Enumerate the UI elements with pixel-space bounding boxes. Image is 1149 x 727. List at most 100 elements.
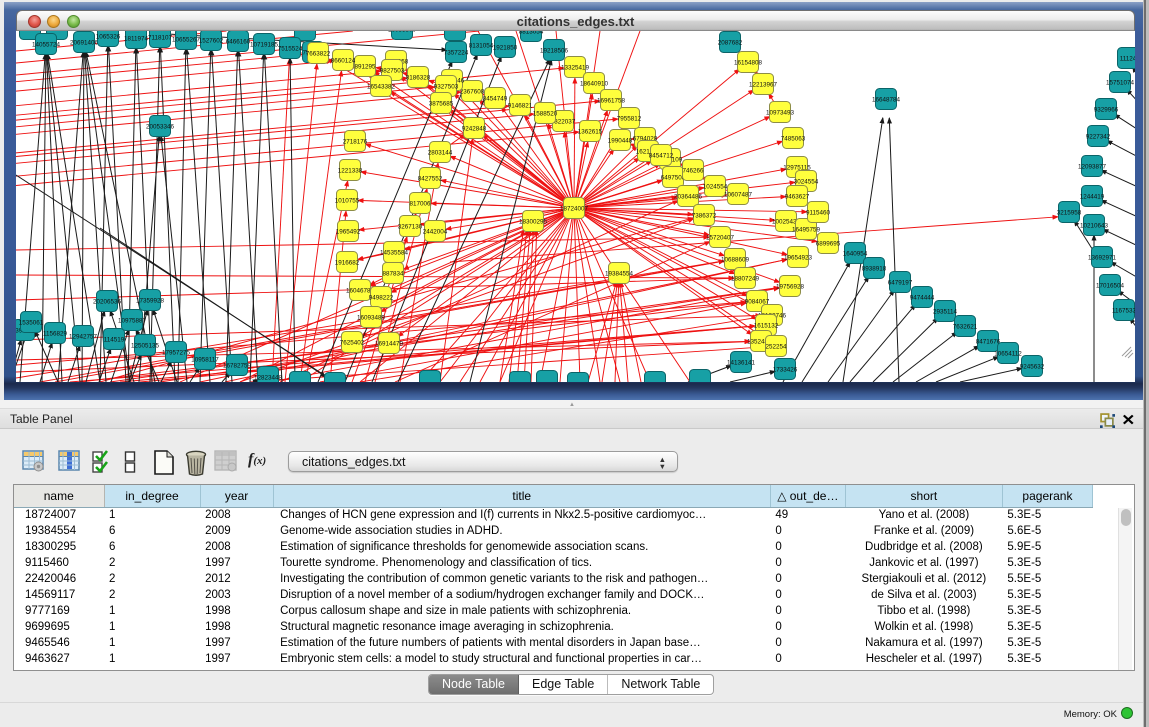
svg-text:3875685: 3875685 bbox=[429, 101, 454, 108]
svg-text:16033809: 16033809 bbox=[388, 31, 417, 34]
svg-text:7625402: 7625402 bbox=[340, 340, 365, 347]
svg-text:1615132: 1615132 bbox=[754, 323, 779, 330]
svg-text:1024554: 1024554 bbox=[703, 184, 728, 191]
svg-text:1167533: 1167533 bbox=[1112, 308, 1135, 315]
svg-text:7118107: 7118107 bbox=[148, 35, 173, 42]
svg-text:746266: 746266 bbox=[682, 168, 704, 175]
svg-text:6479197: 6479197 bbox=[888, 280, 913, 287]
svg-text:7485063: 7485063 bbox=[781, 136, 806, 143]
svg-text:8471676: 8471676 bbox=[976, 339, 1001, 346]
svg-text:16543382: 16543382 bbox=[367, 84, 396, 91]
svg-text:1010755: 1010755 bbox=[335, 198, 360, 205]
svg-text:7515524: 7515524 bbox=[278, 46, 303, 53]
svg-text:9827503: 9827503 bbox=[380, 68, 405, 75]
svg-text:12093877: 12093877 bbox=[1078, 164, 1107, 171]
svg-text:10973493: 10973493 bbox=[766, 110, 795, 117]
svg-text:18640910: 18640910 bbox=[580, 81, 609, 88]
svg-text:16495759: 16495759 bbox=[792, 227, 821, 234]
svg-text:9498222: 9498222 bbox=[369, 295, 394, 302]
svg-text:18807249: 18807249 bbox=[731, 276, 760, 283]
svg-text:12942757: 12942757 bbox=[69, 334, 98, 341]
svg-text:10607487: 10607487 bbox=[724, 192, 753, 199]
svg-text:10654112: 10654112 bbox=[994, 351, 1022, 358]
svg-text:9146821: 9146821 bbox=[508, 103, 533, 110]
svg-text:20206536: 20206536 bbox=[93, 299, 122, 306]
svg-text:9329966: 9329966 bbox=[1094, 107, 1119, 114]
svg-text:1588520: 1588520 bbox=[533, 111, 558, 118]
svg-text:16093489: 16093489 bbox=[357, 315, 386, 322]
svg-text:8131054: 8131054 bbox=[469, 43, 494, 50]
svg-text:10688609: 10688609 bbox=[721, 257, 750, 264]
svg-text:10655267: 10655267 bbox=[172, 37, 201, 44]
svg-text:13692971: 13692971 bbox=[1088, 255, 1117, 262]
svg-text:1921850: 1921850 bbox=[493, 45, 518, 52]
svg-text:16961758: 16961758 bbox=[597, 98, 626, 105]
svg-text:12823448: 12823448 bbox=[254, 375, 283, 382]
svg-text:2087682: 2087682 bbox=[718, 40, 743, 47]
svg-text:6466160: 6466160 bbox=[226, 39, 251, 46]
svg-text:891295: 891295 bbox=[354, 64, 376, 71]
svg-text:18724007: 18724007 bbox=[560, 206, 589, 213]
svg-text:114519: 114519 bbox=[104, 337, 125, 344]
svg-text:887834: 887834 bbox=[382, 271, 404, 278]
svg-text:17957275: 17957275 bbox=[162, 350, 191, 357]
svg-text:1990448: 1990448 bbox=[608, 138, 633, 145]
svg-text:1156829: 1156829 bbox=[43, 331, 68, 338]
svg-text:1640954: 1640954 bbox=[843, 251, 868, 258]
svg-text:6899695: 6899695 bbox=[816, 241, 841, 248]
svg-text:10719185: 10719185 bbox=[250, 42, 279, 49]
svg-text:3024554: 3024554 bbox=[794, 179, 819, 186]
svg-text:7632621: 7632621 bbox=[953, 324, 978, 331]
svg-text:7955812: 7955812 bbox=[617, 116, 642, 123]
svg-text:1065326: 1065326 bbox=[96, 34, 121, 41]
svg-text:19654923: 19654923 bbox=[784, 255, 813, 262]
svg-text:10958117: 10958117 bbox=[191, 357, 219, 364]
svg-text:9245632: 9245632 bbox=[1020, 364, 1045, 371]
svg-text:8454749: 8454749 bbox=[483, 96, 508, 103]
svg-text:12213967: 12213967 bbox=[749, 82, 778, 89]
svg-text:19218506: 19218506 bbox=[540, 48, 569, 55]
svg-text:8938918: 8938918 bbox=[862, 266, 887, 273]
svg-text:7663822: 7663822 bbox=[306, 51, 331, 58]
svg-text:15720407: 15720407 bbox=[706, 235, 735, 242]
svg-text:16782759: 16782759 bbox=[223, 363, 252, 370]
svg-text:9227342: 9227342 bbox=[1086, 134, 1111, 141]
svg-text:7386372: 7386372 bbox=[692, 213, 717, 220]
svg-text:20053346: 20053346 bbox=[146, 124, 175, 131]
svg-text:9463627: 9463627 bbox=[785, 194, 810, 201]
svg-text:17016504: 17016504 bbox=[1096, 283, 1125, 290]
svg-text:817006: 817006 bbox=[409, 201, 431, 208]
svg-text:18300295: 18300295 bbox=[519, 219, 548, 226]
svg-text:2367608: 2367608 bbox=[460, 89, 485, 96]
svg-text:14055724: 14055724 bbox=[32, 42, 61, 49]
svg-text:9242848: 9242848 bbox=[462, 126, 487, 133]
svg-text:10975887: 10975887 bbox=[118, 318, 147, 325]
svg-text:1527602: 1527602 bbox=[199, 38, 224, 45]
svg-text:14136141: 14136141 bbox=[727, 360, 756, 367]
svg-text:1244419: 1244419 bbox=[1080, 194, 1105, 201]
svg-text:20364486: 20364486 bbox=[674, 194, 703, 201]
svg-text:15751074: 15751074 bbox=[1106, 80, 1135, 87]
svg-text:8427552: 8427552 bbox=[418, 176, 443, 183]
svg-text:11124: 11124 bbox=[1120, 56, 1135, 63]
svg-text:1362615: 1362615 bbox=[578, 129, 603, 136]
svg-text:1965492: 1965492 bbox=[336, 229, 361, 236]
svg-text:9474444: 9474444 bbox=[910, 295, 935, 302]
svg-text:8454712: 8454712 bbox=[649, 153, 674, 160]
svg-text:12505135: 12505135 bbox=[131, 343, 160, 350]
svg-text:1733426: 1733426 bbox=[773, 367, 798, 374]
svg-text:19384554: 19384554 bbox=[605, 271, 634, 278]
svg-text:2718176: 2718176 bbox=[343, 139, 368, 146]
svg-text:3215958: 3215958 bbox=[1057, 210, 1082, 217]
svg-text:17359928: 17359928 bbox=[136, 298, 165, 305]
svg-text:14535584: 14535584 bbox=[380, 250, 409, 257]
svg-text:1221338: 1221338 bbox=[338, 168, 363, 175]
svg-text:8660124: 8660124 bbox=[331, 58, 356, 65]
svg-text:20691406: 20691406 bbox=[70, 40, 99, 47]
svg-text:16648784: 16648784 bbox=[872, 97, 901, 104]
svg-text:8186328: 8186328 bbox=[406, 75, 431, 82]
svg-text:9115460: 9115460 bbox=[806, 210, 831, 217]
svg-text:2442004: 2442004 bbox=[423, 229, 448, 236]
svg-text:8813054: 8813054 bbox=[519, 31, 544, 36]
svg-text:7357224: 7357224 bbox=[444, 50, 469, 57]
